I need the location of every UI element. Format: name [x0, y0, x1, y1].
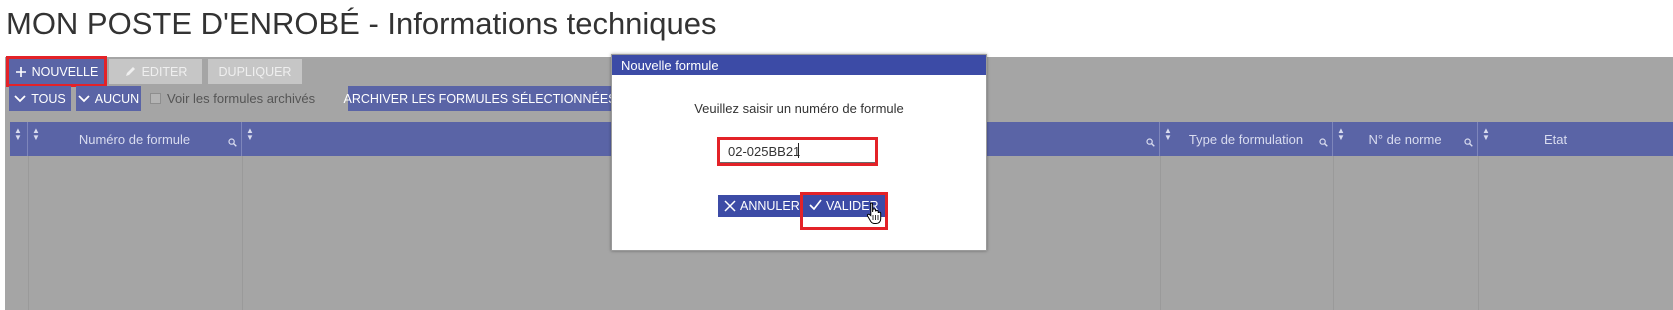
plus-icon — [15, 66, 27, 78]
check-icon — [809, 199, 822, 210]
column-divider — [1333, 156, 1334, 310]
page-title: MON POSTE D'ENROBÉ - Informations techni… — [6, 6, 717, 41]
dialog-message: Veuillez saisir un numéro de formule — [694, 101, 904, 116]
sort-icon: ▲ ▼ — [1164, 126, 1172, 142]
chevron-down-icon — [78, 94, 90, 103]
new-button[interactable]: NOUVELLE — [6, 56, 107, 87]
archive-selected-label: ARCHIVER LES FORMULES SÉLECTIONNÉES — [343, 91, 617, 106]
sort-icon: ▲ ▼ — [14, 126, 22, 142]
chevron-down-icon — [14, 94, 26, 103]
close-icon — [724, 200, 736, 212]
column-label: Etat — [1543, 131, 1568, 147]
search-icon[interactable] — [228, 135, 237, 150]
sort-icon: ▲ ▼ — [32, 126, 40, 142]
select-all-button[interactable]: TOUS — [9, 86, 71, 111]
column-divider — [1160, 156, 1161, 310]
show-archived-label: Voir les formules archivés — [167, 91, 316, 106]
cancel-button[interactable]: ANNULER — [718, 195, 806, 217]
show-archived-checkbox[interactable]: Voir les formules archivés — [150, 91, 315, 106]
cancel-button-label: ANNULER — [740, 199, 800, 213]
search-icon[interactable] — [1319, 135, 1328, 150]
hand-cursor-icon — [866, 201, 884, 230]
sort-icon: ▲ ▼ — [1337, 126, 1345, 142]
select-column-header[interactable]: ▲ ▼ — [10, 122, 28, 156]
archive-selected-button[interactable]: ARCHIVER LES FORMULES SÉLECTIONNÉES — [344, 86, 617, 111]
checkbox-box[interactable] — [150, 93, 161, 104]
column-header-formula-number[interactable]: ▲ ▼ Numéro de formule — [28, 122, 242, 156]
text-caret — [798, 143, 799, 158]
edit-button[interactable]: EDITER — [109, 59, 202, 84]
column-divider — [1478, 156, 1479, 310]
duplicate-button[interactable]: DUPLIQUER — [208, 59, 302, 84]
select-none-label: AUCUN — [94, 91, 140, 106]
duplicate-button-label: DUPLIQUER — [218, 64, 292, 79]
column-header-state[interactable]: ▲ ▼ Etat — [1478, 122, 1673, 156]
select-all-label: TOUS — [31, 91, 66, 106]
pencil-icon — [124, 65, 137, 78]
dialog-title: Nouvelle formule — [612, 55, 986, 75]
edit-button-label: EDITER — [141, 64, 188, 79]
column-label: Numéro de formule — [78, 131, 191, 147]
column-label: N° de norme — [1368, 131, 1442, 147]
formula-number-field[interactable] — [717, 137, 878, 166]
column-divider — [28, 156, 29, 310]
search-icon[interactable] — [1464, 135, 1473, 150]
new-formula-dialog: Nouvelle formule Veuillez saisir un numé… — [611, 54, 987, 251]
new-button-label: NOUVELLE — [31, 64, 99, 79]
column-header-formulation-type[interactable]: ▲ ▼ Type de formulation — [1160, 122, 1333, 156]
search-icon[interactable] — [1146, 135, 1155, 150]
sort-icon: ▲ ▼ — [246, 126, 254, 142]
column-label: Type de formulation — [1188, 131, 1304, 147]
select-none-button[interactable]: AUCUN — [76, 86, 141, 111]
sort-icon: ▲ ▼ — [1482, 126, 1490, 142]
column-divider — [242, 156, 243, 310]
column-header-norm-number[interactable]: ▲ ▼ N° de norme — [1333, 122, 1478, 156]
